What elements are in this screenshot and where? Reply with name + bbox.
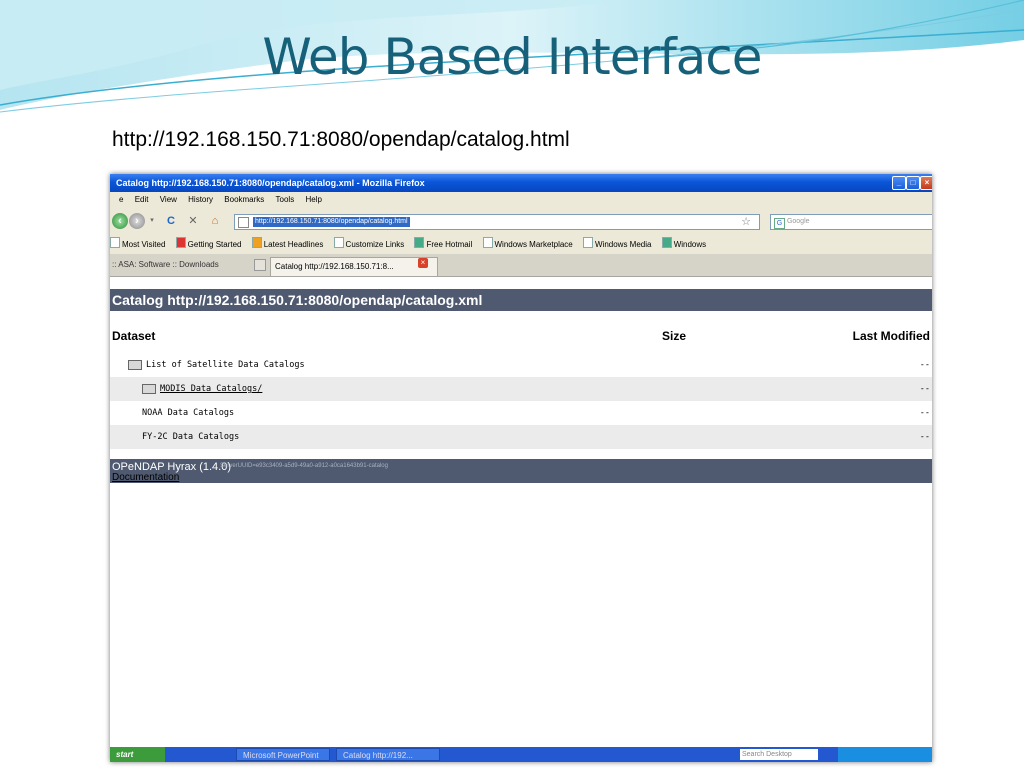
minimize-button[interactable]: _ bbox=[892, 176, 906, 190]
address-bar[interactable]: http://192.168.150.71:8080/opendap/catal… bbox=[234, 214, 760, 230]
dataset-link[interactable]: MODIS Data Catalogs/ bbox=[160, 377, 262, 401]
column-size: Size bbox=[662, 329, 687, 343]
table-row: NOAA Data Catalogs -- bbox=[110, 401, 932, 425]
table-row: List of Satellite Data Catalogs -- bbox=[110, 353, 932, 377]
bookmark-item[interactable]: Windows Marketplace bbox=[482, 237, 573, 249]
desktop-search-input[interactable]: Search Desktop bbox=[740, 749, 818, 760]
tab-bar: :: ASA: Software :: Downloads Catalog ht… bbox=[110, 254, 932, 277]
table-row: MODIS Data Catalogs/ -- bbox=[110, 377, 932, 401]
reload-icon[interactable]: C bbox=[164, 213, 178, 229]
catalog-footer: OPeNDAP Hyrax (1.4.0) ServerUUID=e93c340… bbox=[110, 459, 932, 483]
search-placeholder: Google bbox=[786, 218, 810, 225]
last-modified-value: -- bbox=[919, 432, 930, 442]
bookmark-item[interactable]: Windows Media bbox=[582, 237, 651, 249]
stop-icon[interactable]: ✕ bbox=[186, 213, 200, 229]
last-modified-value: -- bbox=[919, 360, 930, 370]
slide-url-caption: http://192.168.150.71:8080/opendap/catal… bbox=[112, 128, 570, 151]
start-button[interactable]: start bbox=[110, 747, 165, 762]
taskbar: start Microsoft PowerPoint Catalog http:… bbox=[110, 747, 932, 762]
bookmark-star-icon[interactable]: ☆ bbox=[741, 215, 751, 229]
tab-close-icon[interactable]: × bbox=[418, 258, 428, 268]
forward-arrow-icon[interactable]: › bbox=[129, 213, 145, 229]
menu-bar: e Edit View History Bookmarks Tools Help bbox=[110, 192, 932, 208]
taskbar-item[interactable]: Microsoft PowerPoint bbox=[236, 748, 330, 761]
menu-edit[interactable]: Edit bbox=[135, 195, 149, 204]
menu-help[interactable]: Help bbox=[305, 195, 321, 204]
tab-asa-software[interactable]: :: ASA: Software :: Downloads bbox=[112, 258, 219, 272]
folder-icon bbox=[128, 360, 142, 370]
maximize-button[interactable]: □ bbox=[906, 176, 920, 190]
search-input[interactable]: G Google bbox=[770, 214, 932, 230]
tab-catalog[interactable]: Catalog http://192.168.150.71:8... bbox=[270, 257, 438, 276]
folder-icon bbox=[142, 384, 156, 394]
window-titlebar: Catalog http://192.168.150.71:8080/opend… bbox=[110, 174, 932, 192]
navigation-toolbar: ‹ › ▾ C ✕ ⌂ http://192.168.150.71:8080/o… bbox=[110, 208, 932, 236]
home-icon[interactable]: ⌂ bbox=[208, 213, 222, 229]
slide-title: Web Based Interface bbox=[262, 28, 762, 86]
window-title: Catalog http://192.168.150.71:8080/opend… bbox=[116, 178, 425, 188]
menu-history[interactable]: History bbox=[188, 195, 213, 204]
site-favicon-icon bbox=[238, 217, 249, 228]
taskbar-item[interactable]: Catalog http://192... bbox=[336, 748, 440, 761]
menu-bookmarks[interactable]: Bookmarks bbox=[224, 195, 264, 204]
browser-screenshot: Catalog http://192.168.150.71:8080/opend… bbox=[110, 174, 932, 762]
system-tray bbox=[838, 747, 932, 762]
dataset-name: List of Satellite Data Catalogs bbox=[146, 360, 305, 370]
close-button[interactable]: × bbox=[920, 176, 932, 190]
address-text: http://192.168.150.71:8080/opendap/catal… bbox=[253, 217, 410, 227]
bookmark-item[interactable]: Windows bbox=[661, 237, 706, 249]
menu-view[interactable]: View bbox=[160, 195, 177, 204]
documentation-link[interactable]: Documentation bbox=[112, 472, 179, 483]
column-last-modified: Last Modified bbox=[852, 329, 930, 343]
bookmarks-toolbar: Most Visited Getting Started Latest Head… bbox=[110, 236, 932, 254]
dataset-name: NOAA Data Catalogs bbox=[142, 408, 235, 418]
footer-server-id: ServerUUID=e93c3409-a5d9-49a0-a912-a0ca1… bbox=[220, 463, 388, 469]
menu-tools[interactable]: Tools bbox=[276, 195, 295, 204]
bookmark-item[interactable]: Latest Headlines bbox=[251, 237, 323, 249]
bookmark-item[interactable]: Free Hotmail bbox=[414, 237, 472, 249]
dataset-name: FY-2C Data Catalogs bbox=[142, 432, 240, 442]
bookmark-item[interactable]: Customize Links bbox=[333, 237, 404, 249]
new-tab-icon[interactable] bbox=[254, 259, 266, 271]
history-dropdown-icon[interactable]: ▾ bbox=[148, 213, 156, 229]
bookmark-item[interactable]: Getting Started bbox=[175, 237, 241, 249]
catalog-header: Catalog http://192.168.150.71:8080/opend… bbox=[110, 289, 932, 311]
column-dataset: Dataset bbox=[112, 329, 156, 343]
last-modified-value: -- bbox=[919, 384, 930, 394]
last-modified-value: -- bbox=[919, 408, 930, 418]
back-arrow-icon[interactable]: ‹ bbox=[112, 213, 128, 229]
bookmark-item[interactable]: Most Visited bbox=[110, 237, 165, 249]
page-content: Catalog http://192.168.150.71:8080/opend… bbox=[110, 277, 932, 747]
menu-file[interactable]: e bbox=[119, 195, 123, 204]
table-row: FY-2C Data Catalogs -- bbox=[110, 425, 932, 449]
